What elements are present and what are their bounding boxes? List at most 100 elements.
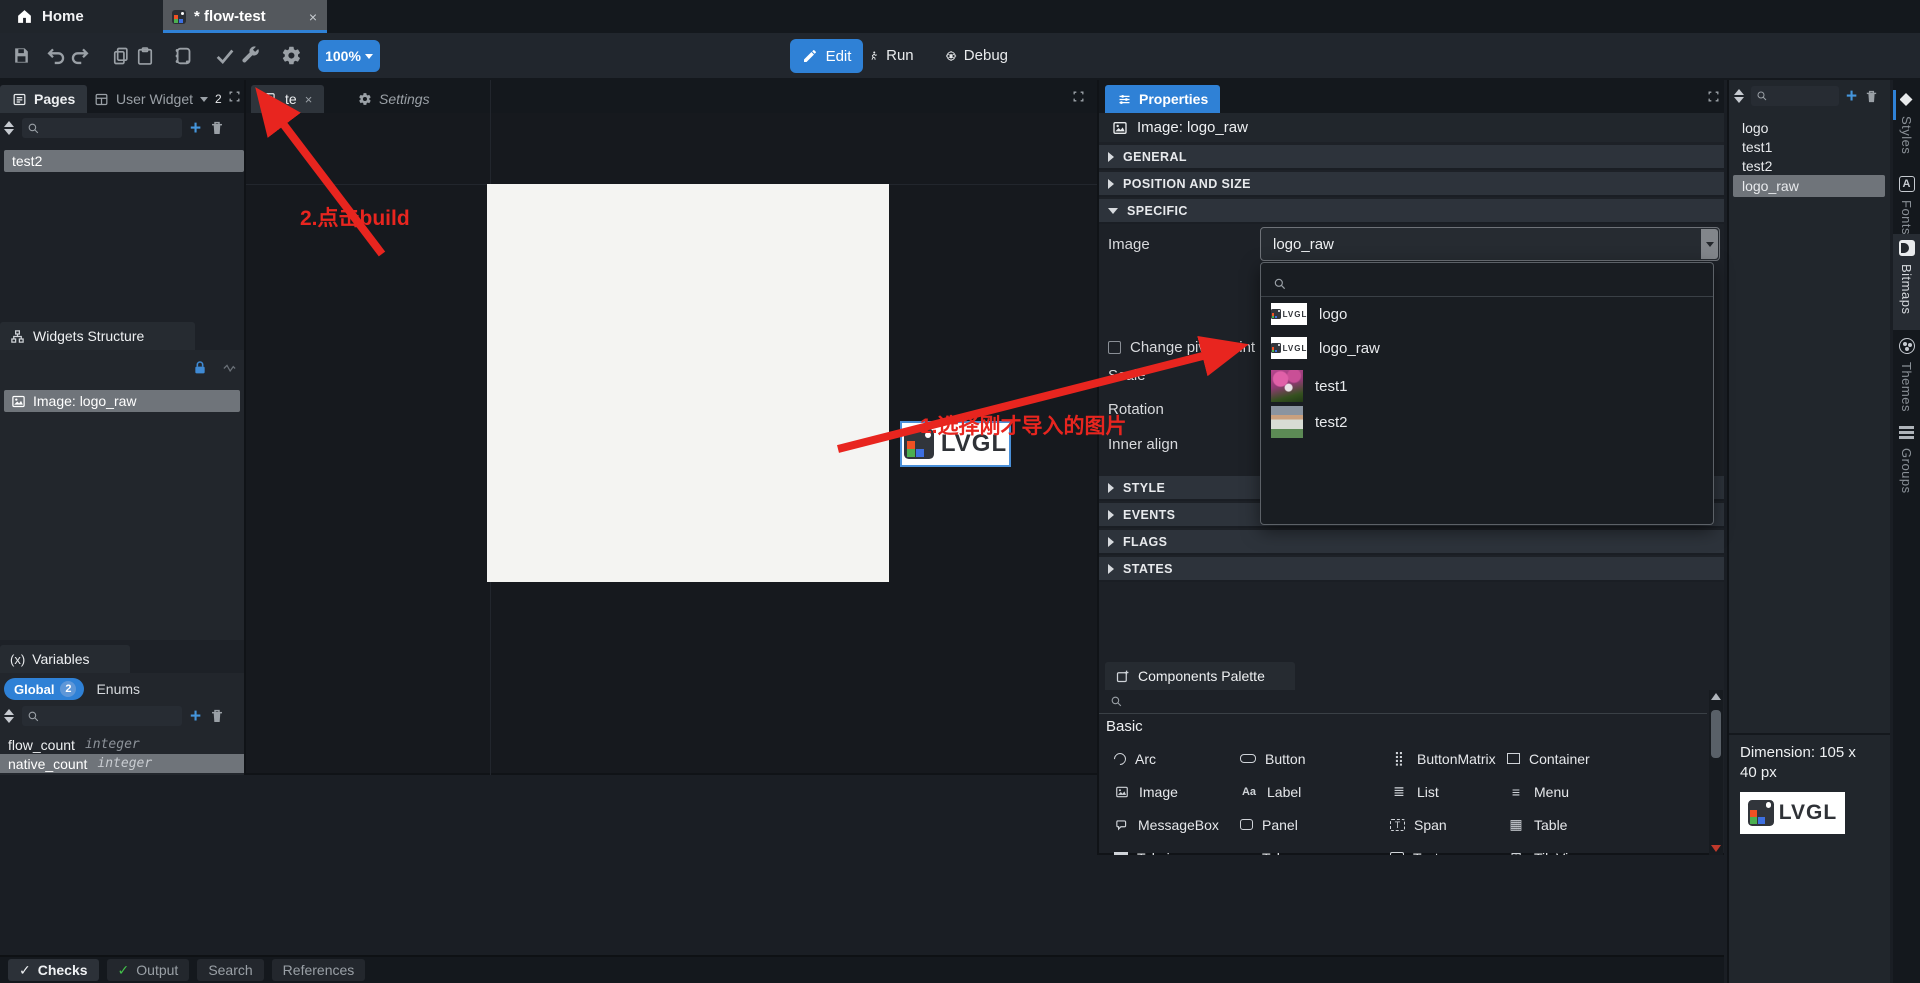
delete-bitmap-trash-icon[interactable] — [1864, 89, 1879, 104]
palette-item-panel[interactable]: Panel — [1240, 808, 1390, 841]
edit-mode-button[interactable]: Edit — [790, 39, 863, 73]
delete-variable-trash-icon[interactable] — [209, 708, 225, 724]
palette-item-button[interactable]: Button — [1240, 742, 1390, 775]
close-icon[interactable]: × — [309, 9, 317, 25]
tab-settings[interactable]: Settings — [346, 85, 442, 113]
pages-search-input[interactable] — [22, 118, 182, 138]
side-tab-themes[interactable]: Themes — [1893, 332, 1920, 418]
add-bitmap-button[interactable]: + — [1846, 87, 1857, 106]
signal-zigzag-icon[interactable] — [222, 361, 237, 376]
expand-icon[interactable] — [1707, 90, 1720, 103]
palette-item-span[interactable]: TSpan — [1390, 808, 1507, 841]
tab-pages[interactable]: Pages — [0, 85, 87, 113]
section-position-and-size[interactable]: POSITION AND SIZE — [1099, 172, 1724, 197]
side-tab-styles[interactable]: Styles — [1893, 86, 1920, 170]
variables-header[interactable]: (x) Variables — [0, 645, 130, 673]
scroll-down-arrow-icon[interactable] — [1711, 845, 1721, 852]
variable-row[interactable]: flow_count integer — [0, 735, 244, 754]
palette-item-tabview[interactable]: Tabview — [1114, 841, 1240, 855]
palette-item-table[interactable]: ▦Table — [1507, 808, 1697, 841]
zoom-level-button[interactable]: 100% — [318, 40, 380, 72]
lock-icon[interactable] — [192, 360, 208, 376]
palette-item-messagebox[interactable]: MessageBox — [1114, 808, 1240, 841]
sort-icon[interactable] — [4, 709, 14, 723]
build-wrench-button[interactable] — [236, 33, 264, 78]
dropdown-option-test1[interactable]: test1 — [1261, 369, 1713, 403]
side-tab-bitmaps[interactable]: Bitmaps — [1893, 234, 1920, 330]
dropdown-option-test2[interactable]: test2 — [1261, 405, 1713, 439]
redo-button[interactable] — [66, 33, 92, 78]
section-flags[interactable]: FLAGS — [1099, 530, 1724, 555]
side-tab-groups[interactable]: Groups — [1893, 418, 1920, 504]
palette-scrollbar[interactable] — [1709, 690, 1723, 855]
sort-icon[interactable] — [4, 121, 14, 135]
status-tab-checks[interactable]: ✓ Checks — [8, 959, 99, 981]
section-states[interactable]: STATES — [1099, 557, 1724, 582]
variables-search-input[interactable] — [22, 706, 182, 726]
asset-item-test1[interactable]: test1 — [1729, 137, 1890, 157]
save-button[interactable] — [8, 33, 34, 78]
expand-icon[interactable] — [1072, 90, 1085, 103]
expand-icon[interactable] — [228, 90, 241, 103]
design-canvas[interactable]: LVGL — [487, 184, 889, 582]
palette-item-label-widget[interactable]: AaLabel — [1240, 775, 1390, 808]
image-select-combobox[interactable]: logo_raw — [1260, 227, 1720, 261]
scrollbar-thumb[interactable] — [1711, 710, 1721, 758]
palette-item-menu[interactable]: ≡Menu — [1507, 775, 1697, 808]
asset-item-test2[interactable]: test2 — [1729, 156, 1890, 176]
selected-image-widget[interactable]: LVGL — [900, 421, 1011, 467]
copy-button[interactable] — [108, 33, 134, 78]
status-tab-references[interactable]: References — [272, 959, 366, 981]
palette-item-buttonmatrix[interactable]: ⣿ButtonMatrix — [1390, 742, 1507, 775]
components-palette-title: Components Palette — [1138, 668, 1265, 684]
widget-tree-item[interactable]: Image: logo_raw — [4, 390, 240, 412]
palette-item-tileview[interactable]: ⊞TileView — [1507, 841, 1697, 855]
assets-search-input[interactable] — [1751, 86, 1839, 106]
page-list-item[interactable]: test2 — [4, 150, 244, 172]
tab-home[interactable]: Home — [0, 0, 163, 33]
section-general[interactable]: GENERAL — [1099, 145, 1724, 170]
combobox-arrow-button[interactable] — [1701, 229, 1718, 259]
asset-item-logo-raw-selected[interactable]: logo_raw — [1733, 175, 1885, 197]
palette-item-arc[interactable]: Arc — [1114, 742, 1240, 775]
tab-enums[interactable]: Enums — [96, 681, 140, 697]
palette-item-container[interactable]: Container — [1507, 742, 1697, 775]
widgets-structure-body: Image: logo_raw — [0, 350, 244, 640]
run-button[interactable]: Run Debug — [868, 33, 1008, 78]
delete-page-trash-icon[interactable] — [209, 120, 225, 136]
tab-document-flow-test[interactable]: * flow-test × — [163, 0, 327, 33]
change-pivot-checkbox[interactable] — [1108, 341, 1121, 354]
asset-item-logo[interactable]: logo — [1729, 118, 1890, 138]
palette-group-label: Basic — [1106, 718, 1143, 735]
variable-row-selected[interactable]: native_count integer — [0, 754, 244, 773]
tab-user-widgets[interactable]: User Widget 2 — [82, 85, 226, 113]
palette-item-list[interactable]: ≣List — [1390, 775, 1507, 808]
change-pivot-row[interactable]: Change pivot point — [1108, 339, 1256, 356]
add-variable-button[interactable]: + — [190, 707, 201, 726]
tab-properties[interactable]: Properties — [1105, 85, 1220, 113]
palette-item-textarea[interactable]: Textarea — [1390, 841, 1507, 855]
section-specific[interactable]: SPECIFIC — [1099, 199, 1724, 224]
dropdown-search-input[interactable] — [1261, 271, 1713, 297]
tab-global-variables[interactable]: Global 2 — [4, 678, 84, 700]
check-build-button[interactable] — [211, 33, 239, 78]
sort-icon[interactable] — [1734, 89, 1744, 103]
widgets-structure-header[interactable]: Widgets Structure — [0, 322, 195, 350]
palette-search-input[interactable] — [1099, 690, 1707, 714]
settings-gear-button[interactable] — [277, 33, 305, 78]
dropdown-option-logo-raw[interactable]: LVGL logo_raw — [1261, 335, 1713, 361]
add-page-button[interactable]: + — [190, 119, 201, 138]
palette-item-tab[interactable]: Tab — [1240, 841, 1390, 855]
search-icon — [27, 710, 40, 723]
palette-item-label: List — [1417, 784, 1439, 800]
tab-open-page[interactable]: te × — [251, 85, 324, 113]
scroll-up-arrow-icon[interactable] — [1711, 693, 1721, 700]
dropdown-option-logo[interactable]: LVGL logo — [1261, 301, 1713, 327]
status-tab-output[interactable]: ✓ Output — [107, 959, 190, 981]
paste-button[interactable] — [132, 33, 158, 78]
palette-item-image[interactable]: Image — [1114, 775, 1240, 808]
close-icon[interactable]: × — [305, 92, 313, 107]
components-palette-header[interactable]: Components Palette — [1105, 662, 1295, 690]
status-tab-search[interactable]: Search — [197, 959, 263, 981]
widget-library-button[interactable] — [170, 33, 198, 78]
